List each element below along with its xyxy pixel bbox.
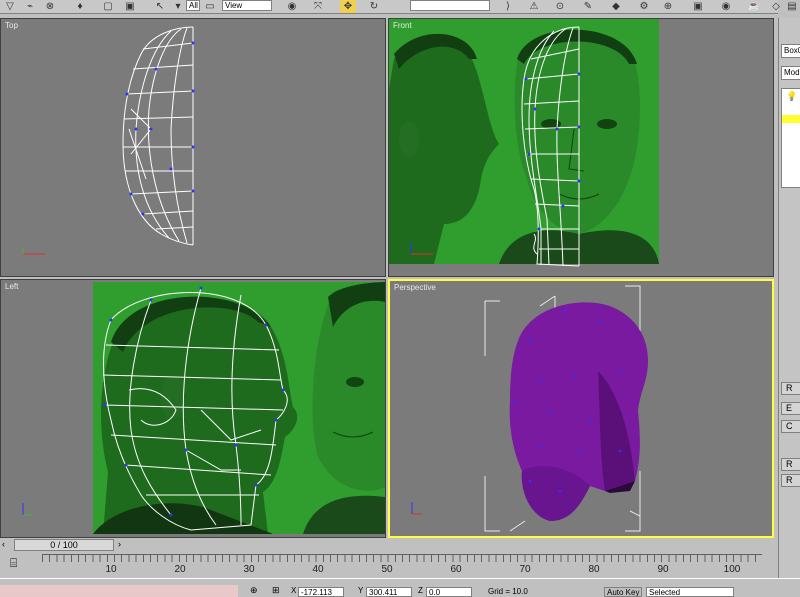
- panel-button-2[interactable]: E: [781, 402, 800, 415]
- rotate-tool-icon[interactable]: ↻: [366, 0, 382, 13]
- render-scene-icon[interactable]: ⊕: [660, 0, 676, 13]
- lightbulb-icon[interactable]: 💡: [786, 91, 797, 102]
- named-selection-field[interactable]: [410, 0, 490, 11]
- teapot-icon[interactable]: ☕: [746, 0, 762, 13]
- grid-size-label: Grid = 10.0: [486, 587, 566, 597]
- front-wireframe: [521, 26, 581, 267]
- select-by-name-icon[interactable]: ▣: [122, 0, 138, 13]
- viewport-left-label[interactable]: Left: [5, 282, 18, 291]
- viewport-top[interactable]: Top: [0, 18, 386, 277]
- reference-coord-dropdown[interactable]: View: [222, 0, 272, 11]
- viewport-front[interactable]: Front: [388, 18, 774, 277]
- track-bar-tick-label: 40: [312, 564, 324, 575]
- x-coordinate-field[interactable]: -172.113: [298, 587, 344, 597]
- rect-select-icon[interactable]: ▭: [202, 0, 218, 13]
- auto-key-button[interactable]: Auto Key: [604, 587, 642, 597]
- selection-filter[interactable]: All: [186, 0, 200, 11]
- axis-tripod-icon: [410, 242, 433, 255]
- left-wireframe: [102, 286, 288, 531]
- track-bar-tick-label: 50: [381, 564, 393, 575]
- track-bar[interactable]: ⌸ 10 20 30 40 50 60 70 80 90 100: [0, 552, 778, 578]
- viewport-perspective[interactable]: Perspective: [388, 279, 774, 538]
- track-bar-menu-icon[interactable]: ⌸: [10, 556, 17, 571]
- move-tool-icon[interactable]: ✥: [340, 0, 356, 13]
- bind-icon[interactable]: ♦: [72, 0, 88, 13]
- modifier-list-dropdown[interactable]: Mod: [781, 66, 800, 80]
- mirror-tool-icon[interactable]: ⟩: [500, 0, 516, 13]
- x-label: X: [291, 586, 297, 595]
- time-prev-icon[interactable]: ‹: [2, 539, 5, 549]
- render-setup-icon[interactable]: ⚙: [636, 0, 652, 13]
- time-slider[interactable]: ‹ 0 / 100 ›: [0, 538, 778, 552]
- time-slider-thumb[interactable]: 0 / 100: [14, 539, 114, 551]
- quick-render-icon[interactable]: ▣: [690, 0, 706, 13]
- axis-tripod-icon: [22, 503, 33, 516]
- filter-icon[interactable]: ▾: [170, 0, 186, 13]
- axis-tripod-icon: [411, 502, 422, 515]
- time-next-icon[interactable]: ›: [118, 539, 121, 549]
- panel-button-4[interactable]: R: [781, 458, 800, 471]
- track-bar-tick-label: 30: [243, 564, 255, 575]
- track-bar-tick-label: 100: [723, 564, 741, 575]
- modifier-stack-item-selected[interactable]: [782, 115, 800, 123]
- perspective-mesh: [484, 285, 648, 532]
- y-coordinate-field[interactable]: 300.411: [366, 587, 412, 597]
- layer-manager-icon[interactable]: ▤: [784, 0, 800, 13]
- select-arrow-icon[interactable]: ▽: [2, 0, 18, 13]
- material-editor-icon[interactable]: ◆: [608, 0, 624, 13]
- panel-button-1[interactable]: R: [781, 382, 800, 395]
- render-type-icon[interactable]: ◉: [718, 0, 734, 13]
- track-bar-tick-label: 20: [174, 564, 186, 575]
- track-bar-ticks: 10 20 30 40 50 60 70 80 90 100: [42, 552, 762, 578]
- y-label: Y: [358, 586, 364, 595]
- link-icon[interactable]: ⌁: [22, 0, 38, 13]
- top-wireframe: [122, 26, 195, 246]
- status-bar: ⊕ ⊞ X -172.113 Y 300.411 Z 0.0 Grid = 10…: [0, 578, 800, 597]
- unlink-icon[interactable]: ⊗: [42, 0, 58, 13]
- track-bar-tick-label: 60: [450, 564, 462, 575]
- maxscript-listener[interactable]: [0, 585, 238, 597]
- axis-tripod-icon: [22, 248, 45, 255]
- track-bar-tick-label: 70: [519, 564, 531, 575]
- curve-editor-icon[interactable]: ✎: [580, 0, 596, 13]
- align-icon[interactable]: ⚠: [526, 0, 542, 13]
- pivot-icon[interactable]: ◉: [284, 0, 300, 13]
- z-coordinate-field[interactable]: 0.0: [426, 587, 472, 597]
- viewport-top-label[interactable]: Top: [5, 21, 18, 30]
- object-name-field[interactable]: Box0: [781, 44, 800, 58]
- selected-dropdown[interactable]: Selected: [646, 587, 734, 597]
- lock-icon[interactable]: ⊕: [250, 585, 258, 596]
- panel-button-3[interactable]: C: [781, 420, 800, 433]
- track-bar-tick-label: 10: [105, 564, 117, 575]
- track-bar-tick-label: 80: [588, 564, 600, 575]
- viewport-left[interactable]: Left: [0, 279, 386, 538]
- modifier-stack[interactable]: 💡: [781, 88, 800, 188]
- z-label: Z: [418, 586, 423, 595]
- panel-button-5[interactable]: R: [781, 474, 800, 487]
- viewport-front-label[interactable]: Front: [393, 21, 412, 30]
- pointer-icon[interactable]: ↖: [152, 0, 168, 13]
- viewport-perspective-label[interactable]: Perspective: [394, 283, 436, 292]
- absolute-mode-icon[interactable]: ⊞: [272, 585, 280, 596]
- select-object-icon[interactable]: ▢: [100, 0, 116, 13]
- diamond-icon[interactable]: ◇: [768, 0, 784, 13]
- layers-icon[interactable]: ⊙: [552, 0, 568, 13]
- tick-marks: [42, 554, 762, 562]
- track-bar-tick-label: 90: [657, 564, 669, 575]
- main-toolbar: ▽ ⌁ ⊗ ♦ ▢ ▣ ↖ ▾ All ▭ View ◉ ⤧ ✥ ↻ ⟩ ⚠ ⊙…: [0, 0, 797, 14]
- command-panel: Box0 Mod 💡 R E C R R: [778, 18, 800, 578]
- mirror-icon[interactable]: ⤧: [310, 0, 326, 13]
